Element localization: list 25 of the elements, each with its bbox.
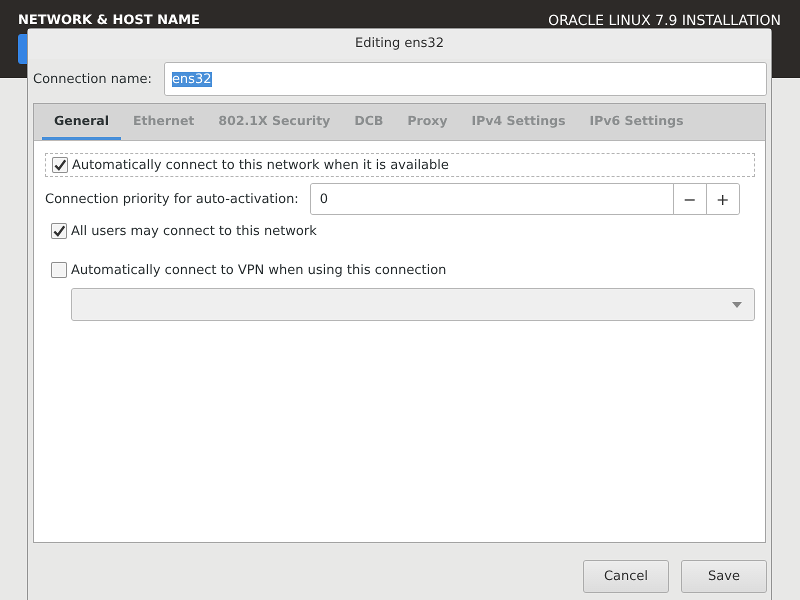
tab[interactable]: Ethernet <box>121 104 206 140</box>
checkbox[interactable] <box>52 157 68 173</box>
tab[interactable]: Proxy <box>395 104 460 140</box>
tab[interactable]: IPv4 Settings <box>460 104 578 140</box>
product-title: ORACLE LINUX 7.9 INSTALLATION <box>548 13 781 29</box>
dialog-title: Editing ens32 <box>28 29 771 59</box>
save-button[interactable]: Save <box>681 560 767 593</box>
decrement-button[interactable]: − <box>674 183 707 215</box>
checkbox[interactable] <box>51 223 67 239</box>
connection-name-field[interactable]: ens32 <box>164 62 767 96</box>
page-title: NETWORK & HOST NAME <box>18 13 200 28</box>
checkbox-label: Automatically connect to VPN when using this connection <box>71 262 446 278</box>
caret-icon <box>732 302 742 308</box>
checkbox-label: Automatically connect to this network when it is available <box>72 158 449 172</box>
tab[interactable]: DCB <box>342 104 396 140</box>
checkbox-label: All users may connect to this network <box>71 224 317 238</box>
tab[interactable]: General <box>42 104 121 140</box>
field-label: Connection priority for auto-activation: <box>45 192 299 206</box>
tab[interactable]: 802.1X Security <box>206 104 342 140</box>
tab[interactable]: IPv6 Settings <box>578 104 696 140</box>
field-label: Connection name: <box>33 72 152 86</box>
increment-button[interactable]: + <box>706 183 740 215</box>
cancel-button[interactable]: Cancel <box>583 560 669 593</box>
priority-spin-field[interactable]: 0 <box>310 183 674 215</box>
checkbox[interactable] <box>51 262 67 278</box>
